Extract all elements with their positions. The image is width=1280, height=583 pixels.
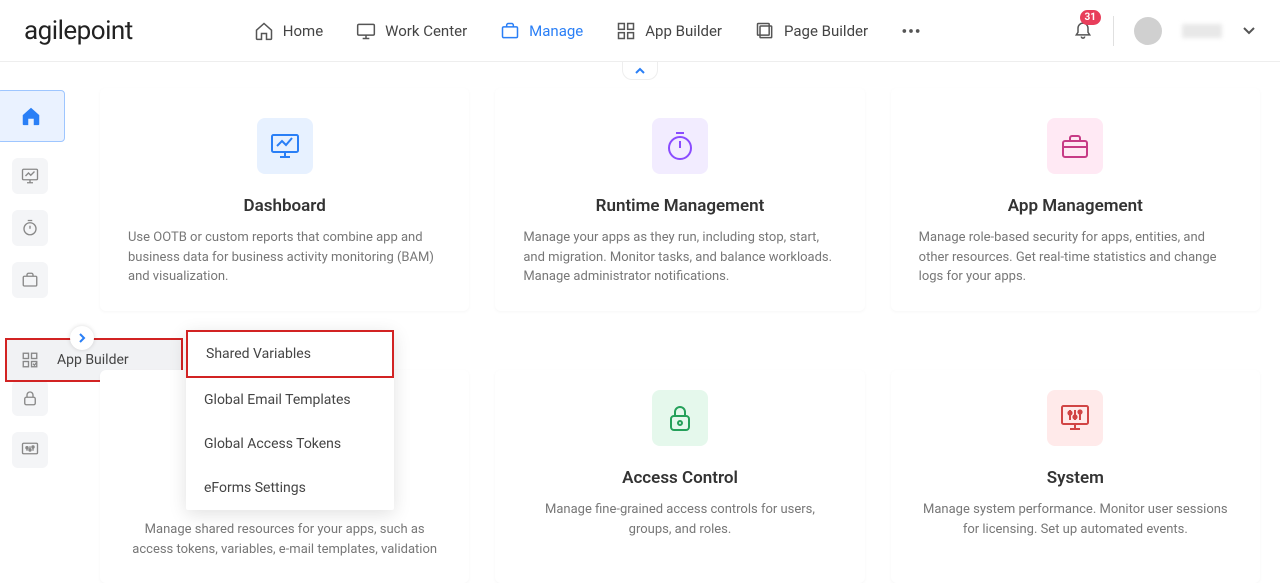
header-collapse-toggle[interactable]: [622, 62, 658, 80]
sliders-icon: [21, 441, 39, 459]
lock-icon: [667, 403, 693, 433]
sidebar-expand-toggle[interactable]: [70, 326, 94, 350]
card-desc: Manage role-based security for apps, ent…: [919, 228, 1232, 287]
briefcase-icon: [499, 20, 521, 42]
user-menu-toggle[interactable]: [1242, 21, 1256, 40]
cards-row-1: Dashboard Use OOTB or custom reports tha…: [100, 88, 1260, 311]
toolbox-icon: [1060, 132, 1090, 160]
username: [1182, 24, 1222, 38]
header-right: 31: [1073, 16, 1256, 46]
card-system-icon: [1047, 390, 1103, 446]
brand-logo: agilepoint: [24, 16, 133, 46]
card-title: System: [919, 468, 1232, 488]
sidebar-app-management[interactable]: [12, 262, 48, 298]
card-access-control[interactable]: Access Control Manage fine-grained acces…: [495, 370, 864, 583]
sidebar-system[interactable]: [12, 432, 48, 468]
chevron-right-icon: [78, 333, 86, 343]
nav-home-label: Home: [283, 22, 323, 40]
home-icon: [20, 105, 42, 127]
card-runtime-icon: [652, 118, 708, 174]
card-title: Dashboard: [128, 196, 441, 216]
grid-icon: [615, 20, 637, 42]
nav-app-builder[interactable]: App Builder: [615, 20, 722, 42]
sidebar-item-label: App Builder: [57, 352, 129, 368]
card-title: Access Control: [523, 468, 836, 488]
monitor-icon: [355, 20, 377, 42]
stopwatch-icon: [666, 131, 694, 161]
card-dashboard[interactable]: Dashboard Use OOTB or custom reports tha…: [100, 88, 469, 311]
chevron-down-icon: [1242, 26, 1256, 36]
sliders-monitor-icon: [1060, 404, 1090, 432]
chart-monitor-icon: [21, 167, 39, 185]
card-desc: Manage fine-grained access controls for …: [523, 500, 836, 539]
nav-manage-label: Manage: [529, 22, 583, 40]
header-divider: [1113, 16, 1114, 46]
card-desc: Manage your apps as they run, including …: [523, 228, 836, 287]
submenu-shared-variables[interactable]: Shared Variables: [186, 330, 394, 378]
notifications-button[interactable]: 31: [1073, 18, 1093, 44]
nav-work-center-label: Work Center: [385, 22, 467, 40]
chevron-up-icon: [634, 67, 646, 75]
sidebar-access-control[interactable]: [12, 380, 48, 416]
card-title: App Management: [919, 196, 1232, 216]
card-title: Runtime Management: [523, 196, 836, 216]
app-builder-submenu: Shared Variables Global Email Templates …: [186, 330, 394, 510]
lock-icon: [21, 389, 39, 407]
home-icon: [253, 20, 275, 42]
sidebar-runtime[interactable]: [12, 210, 48, 246]
nav-page-builder-label: Page Builder: [784, 22, 868, 40]
card-desc: Manage shared resources for your apps, s…: [128, 520, 441, 559]
nav-more[interactable]: [900, 20, 922, 42]
nav-work-center[interactable]: Work Center: [355, 20, 467, 42]
submenu-global-email-templates[interactable]: Global Email Templates: [186, 378, 394, 422]
chart-monitor-icon: [270, 132, 300, 160]
submenu-global-access-tokens[interactable]: Global Access Tokens: [186, 422, 394, 466]
card-app-mgmt-icon: [1047, 118, 1103, 174]
nav-app-builder-label: App Builder: [645, 22, 722, 40]
briefcase-icon: [21, 271, 39, 289]
stopwatch-icon: [21, 219, 39, 237]
layers-icon: [754, 20, 776, 42]
more-icon: [900, 20, 922, 42]
sidebar-dashboard[interactable]: [12, 158, 48, 194]
sidebar: [0, 80, 60, 468]
nav-home[interactable]: Home: [253, 20, 323, 42]
card-desc: Manage system performance. Monitor user …: [919, 500, 1232, 539]
card-desc: Use OOTB or custom reports that combine …: [128, 228, 441, 287]
header: agilepoint Home Work Center Manage App B…: [0, 0, 1280, 62]
card-system[interactable]: System Manage system performance. Monito…: [891, 370, 1260, 583]
grid-check-icon: [21, 351, 39, 369]
avatar[interactable]: [1134, 17, 1162, 45]
sidebar-home[interactable]: [0, 90, 65, 142]
notification-badge: 31: [1080, 10, 1101, 25]
card-app-management[interactable]: App Management Manage role-based securit…: [891, 88, 1260, 311]
card-runtime[interactable]: Runtime Management Manage your apps as t…: [495, 88, 864, 311]
card-access-control-icon: [652, 390, 708, 446]
nav-page-builder[interactable]: Page Builder: [754, 20, 868, 42]
nav-manage[interactable]: Manage: [499, 20, 583, 42]
card-dashboard-icon: [257, 118, 313, 174]
main-nav: Home Work Center Manage App Builder Page…: [253, 20, 922, 42]
submenu-eforms-settings[interactable]: eForms Settings: [186, 466, 394, 510]
